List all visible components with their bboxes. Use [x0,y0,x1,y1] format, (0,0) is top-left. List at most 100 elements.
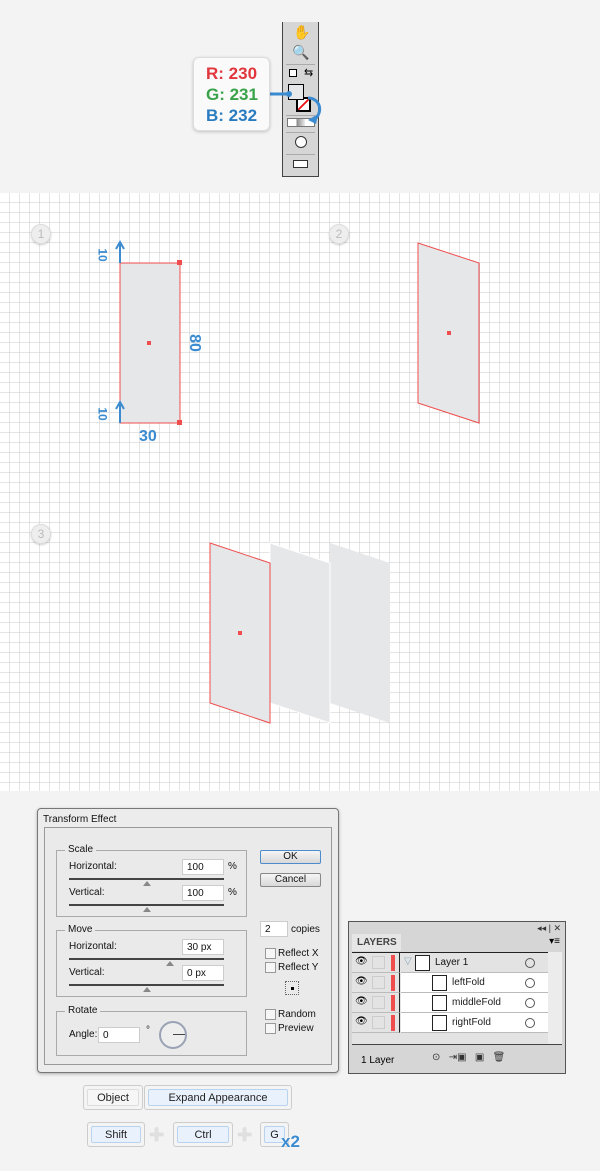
green-value: G: 231 [206,85,258,104]
target-icon[interactable] [525,998,535,1008]
random-checkbox[interactable]: Random [265,1009,316,1020]
dim-top: 10 [95,248,110,262]
menu-expand-appearance: Expand Appearance [144,1085,292,1110]
zoom-tool-icon[interactable]: 🔍 [292,44,309,61]
plus-icon: + [149,1119,165,1149]
layer-color-indicator [391,975,395,991]
eye-icon[interactable]: 👁 [355,956,368,967]
angle-label: Angle: [69,1029,98,1040]
key-ctrl-label: Ctrl [177,1126,229,1143]
hand-tool-icon[interactable]: ✋ [293,24,310,41]
menu-expand-appearance-label: Expand Appearance [148,1089,288,1106]
scale-v-slider[interactable] [69,904,224,912]
swap-colors-icon[interactable]: ⇆ [304,66,313,79]
panel-collapse-close-icon[interactable]: ◂◂ | ✕ [537,923,561,934]
scale-label: Scale [65,844,97,855]
copies-label: copies [291,924,320,935]
fold-copy-right [330,543,390,723]
reflect-y-checkbox[interactable]: Reflect Y [265,962,318,973]
dim-bottom: 10 [95,407,110,421]
ok-button[interactable]: OK [260,850,321,864]
transform-effect-dialog: Transform Effect Scale Horizontal: 100 %… [37,808,339,1073]
layer-action-icons[interactable]: ⊙ ⇥▣ ▣ 🗑 [432,1052,505,1063]
scale-h-label: Horizontal: [69,861,117,872]
key-ctrl: Ctrl [173,1122,233,1147]
cancel-button[interactable]: Cancel [260,873,321,887]
layer-thumbnail [415,955,430,971]
preview-checkbox[interactable]: Preview [265,1023,314,1034]
layer-controls: 👁 [352,1013,400,1033]
layer-name: rightFold [452,1017,491,1028]
step-badge-3: 3 [31,524,51,544]
eye-icon[interactable]: 👁 [355,976,368,987]
expand-triangle-icon[interactable]: ▽ [404,956,412,967]
layer-color-indicator [391,1015,395,1031]
blue-value: B: 232 [206,106,258,125]
draw-mode-icon[interactable] [295,136,307,148]
center-point [147,341,151,345]
eye-icon[interactable]: 👁 [355,996,368,1007]
lock-toggle[interactable] [372,976,385,989]
step-badge-2: 2 [329,224,349,244]
layer-name: Layer 1 [435,957,469,968]
layer-color-indicator [391,995,395,1011]
layer-name: middleFold [452,997,501,1008]
scale-h-slider[interactable] [69,878,224,886]
scale-v-input[interactable]: 100 [182,885,224,901]
reflect-x-checkbox[interactable]: Reflect X [265,948,319,959]
layer-row[interactable]: leftFold [401,973,548,993]
scale-v-label: Vertical: [69,887,105,898]
layers-panel: ◂◂ | ✕ LAYERS ▾≡ 👁 ▽ Layer 1 👁 leftFold … [348,921,566,1074]
layer-controls: 👁 [352,993,400,1013]
layer-row[interactable]: middleFold [401,993,548,1013]
eye-icon[interactable]: 👁 [355,1016,368,1027]
layer-thumbnail [432,975,447,991]
layer-count: 1 Layer [361,1055,395,1066]
copies-input[interactable]: 2 [260,921,288,937]
pct: % [228,861,237,872]
plus-icon: + [237,1119,253,1149]
default-colors-icon[interactable] [289,69,297,77]
artboard-grid [0,193,600,791]
target-icon[interactable] [525,1018,535,1028]
lock-toggle[interactable] [372,996,385,1009]
lock-toggle[interactable] [372,956,385,969]
target-icon[interactable] [525,958,535,968]
scale-group: Scale Horizontal: 100 % Vertical: 100 % [56,844,247,917]
scrollbar[interactable] [548,952,562,1044]
layer-row[interactable]: rightFold [401,1013,548,1033]
move-label: Move [65,924,96,935]
tab-layers[interactable]: LAYERS [352,934,401,951]
move-v-input[interactable]: 0 px [182,965,224,981]
layer-row[interactable]: ▽ Layer 1 [401,953,548,973]
move-h-slider[interactable] [69,958,224,966]
dialog-title: Transform Effect [43,814,117,825]
layer-thumbnail [432,995,447,1011]
dim-width: 30 [139,428,157,445]
reference-point-icon[interactable] [285,981,299,995]
pct: % [228,887,237,898]
menu-object-label: Object [87,1089,139,1106]
scale-h-input[interactable]: 100 [182,859,224,875]
panel-menu-icon[interactable]: ▾≡ [549,936,560,947]
fold-copy-middle [269,542,331,724]
angle-input[interactable]: 0 [98,1027,140,1043]
move-v-slider[interactable] [69,984,224,992]
target-icon[interactable] [525,978,535,988]
red-value: R: 230 [206,64,258,83]
dim-height: 80 [185,334,203,352]
layer-controls: 👁 [352,953,400,973]
lock-toggle[interactable] [372,1016,385,1029]
color-values-callout: R: 230 G: 231 B: 232 [193,57,270,131]
callout-arrows [268,91,322,124]
rotate-label: Rotate [65,1005,101,1016]
rotate-group: Rotate Angle: 0 ° [56,1005,247,1056]
screen-mode-icon[interactable] [293,160,308,168]
layer-name: leftFold [452,977,485,988]
move-h-input[interactable]: 30 px [182,939,224,955]
layer-controls: 👁 [352,973,400,993]
repeat-count: x2 [281,1132,300,1151]
step-badge-1: 1 [31,224,51,244]
angle-dial[interactable] [159,1021,187,1049]
key-shift: Shift [87,1122,145,1147]
